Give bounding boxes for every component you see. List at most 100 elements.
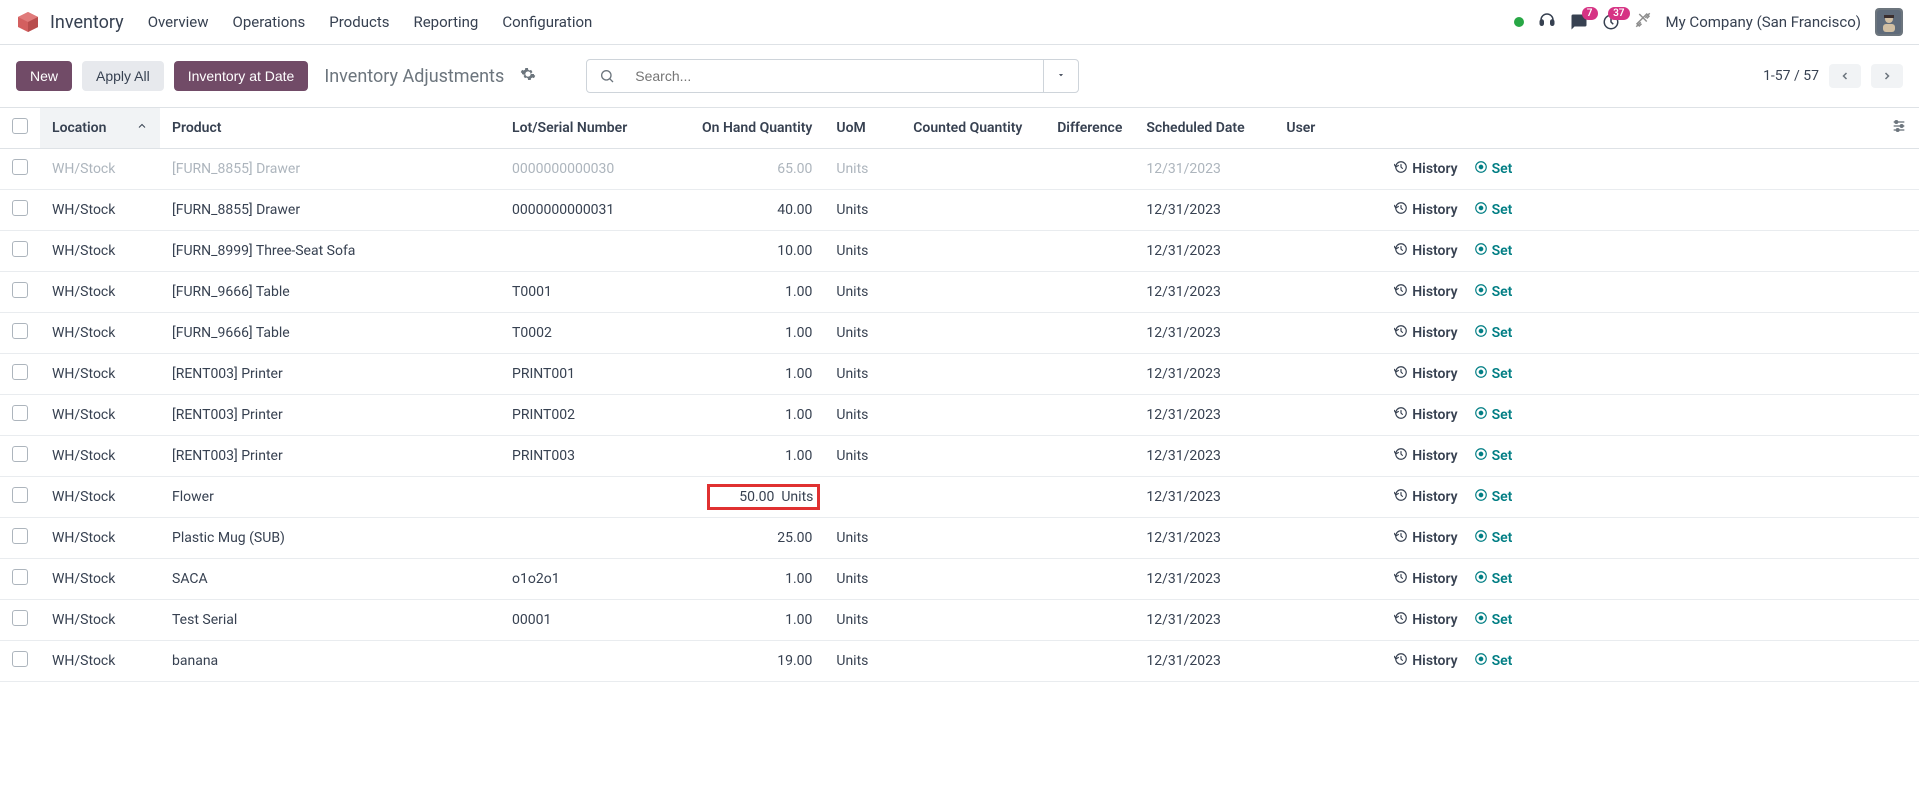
messages-icon[interactable]: 7 [1570, 13, 1588, 31]
gear-icon[interactable] [520, 66, 536, 86]
pager-prev-button[interactable] [1829, 64, 1861, 88]
cell-location[interactable]: WH/Stock [40, 313, 160, 354]
apply-all-button[interactable]: Apply All [82, 61, 164, 91]
cell-lot[interactable]: T0002 [500, 313, 690, 354]
cell-onhand[interactable]: 50.00 Units [690, 477, 824, 518]
cell-counted[interactable] [884, 354, 1034, 395]
cell-location[interactable]: WH/Stock [40, 559, 160, 600]
history-link[interactable]: History [1394, 652, 1457, 670]
cell-location[interactable]: WH/Stock [40, 518, 160, 559]
cell-location[interactable]: WH/Stock [40, 477, 160, 518]
table-row[interactable]: WH/Stock Flower 50.00 Units 12/31/2023 H… [0, 477, 1919, 518]
history-link[interactable]: History [1394, 324, 1457, 342]
cell-user[interactable] [1274, 641, 1344, 682]
history-link[interactable]: History [1394, 488, 1457, 506]
cell-location[interactable]: WH/Stock [40, 395, 160, 436]
col-header-product[interactable]: Product [160, 108, 500, 149]
set-link[interactable]: Set [1474, 201, 1513, 219]
cell-date[interactable]: 12/31/2023 [1134, 559, 1274, 600]
col-header-onhand[interactable]: On Hand Quantity [690, 108, 824, 149]
activities-icon[interactable]: 37 [1602, 13, 1620, 31]
history-link[interactable]: History [1394, 406, 1457, 424]
history-link[interactable]: History [1394, 570, 1457, 588]
table-row[interactable]: WH/Stock Plastic Mug (SUB) 25.00Units 12… [0, 518, 1919, 559]
cell-date[interactable]: 12/31/2023 [1134, 272, 1274, 313]
cell-counted[interactable] [884, 313, 1034, 354]
col-header-uom[interactable]: UoM [824, 108, 884, 149]
cell-counted[interactable] [884, 600, 1034, 641]
set-link[interactable]: Set [1474, 324, 1513, 342]
cell-counted[interactable] [884, 272, 1034, 313]
row-checkbox[interactable] [12, 282, 28, 298]
select-all-checkbox[interactable] [12, 118, 28, 134]
col-header-counted[interactable]: Counted Quantity [884, 108, 1034, 149]
cell-onhand[interactable]: 1.00 [690, 600, 824, 641]
cell-date[interactable]: 12/31/2023 [1134, 190, 1274, 231]
table-row[interactable]: WH/Stock [RENT003] Printer PRINT002 1.00… [0, 395, 1919, 436]
cell-product[interactable]: [FURN_8999] Three-Seat Sofa [160, 231, 500, 272]
table-row[interactable]: WH/Stock Test Serial 00001 1.00Units 12/… [0, 600, 1919, 641]
cell-product[interactable]: [FURN_9666] Table [160, 272, 500, 313]
cell-product[interactable]: [RENT003] Printer [160, 436, 500, 477]
cell-product[interactable]: SACA [160, 559, 500, 600]
set-link[interactable]: Set [1474, 242, 1513, 260]
cell-counted[interactable] [884, 190, 1034, 231]
row-checkbox[interactable] [12, 323, 28, 339]
cell-user[interactable] [1274, 436, 1344, 477]
cell-date[interactable]: 12/31/2023 [1134, 641, 1274, 682]
cell-user[interactable] [1274, 354, 1344, 395]
table-row[interactable]: WH/Stock [FURN_9666] Table T0002 1.00Uni… [0, 313, 1919, 354]
avatar[interactable] [1875, 8, 1903, 36]
pager-next-button[interactable] [1871, 64, 1903, 88]
nav-operations[interactable]: Operations [233, 13, 306, 31]
col-header-date[interactable]: Scheduled Date [1134, 108, 1274, 149]
cell-lot[interactable] [500, 641, 690, 682]
col-header-user[interactable]: User [1274, 108, 1344, 149]
cell-onhand[interactable]: 25.00 [690, 518, 824, 559]
nav-overview[interactable]: Overview [148, 13, 209, 31]
cell-product[interactable]: [RENT003] Printer [160, 354, 500, 395]
table-row[interactable]: WH/Stock [RENT003] Printer PRINT003 1.00… [0, 436, 1919, 477]
cell-lot[interactable] [500, 231, 690, 272]
cell-lot[interactable]: 00001 [500, 600, 690, 641]
nav-products[interactable]: Products [329, 13, 389, 31]
table-row[interactable]: WH/Stock [FURN_8999] Three-Seat Sofa 10.… [0, 231, 1919, 272]
history-link[interactable]: History [1394, 611, 1457, 629]
cell-product[interactable]: [FURN_9666] Table [160, 313, 500, 354]
cell-location[interactable]: WH/Stock [40, 149, 160, 190]
table-row[interactable]: WH/Stock [FURN_8855] Drawer 000000000003… [0, 190, 1919, 231]
cell-date[interactable]: 12/31/2023 [1134, 518, 1274, 559]
cell-date[interactable]: 12/31/2023 [1134, 231, 1274, 272]
app-name[interactable]: Inventory [50, 12, 124, 33]
history-link[interactable]: History [1394, 201, 1457, 219]
cell-user[interactable] [1274, 272, 1344, 313]
row-checkbox[interactable] [12, 569, 28, 585]
support-icon[interactable] [1538, 11, 1556, 33]
cell-product[interactable]: banana [160, 641, 500, 682]
search-dropdown-toggle[interactable] [1043, 60, 1078, 92]
history-link[interactable]: History [1394, 242, 1457, 260]
col-header-lot[interactable]: Lot/Serial Number [500, 108, 690, 149]
col-header-location[interactable]: Location [40, 108, 160, 149]
history-link[interactable]: History [1394, 447, 1457, 465]
col-header-diff[interactable]: Difference [1034, 108, 1134, 149]
cell-counted[interactable] [884, 436, 1034, 477]
company-select[interactable]: My Company (San Francisco) [1666, 13, 1861, 31]
cell-product[interactable]: Flower [160, 477, 500, 518]
cell-onhand[interactable]: 1.00 [690, 313, 824, 354]
history-link[interactable]: History [1394, 365, 1457, 383]
row-checkbox[interactable] [12, 159, 28, 175]
cell-date[interactable]: 12/31/2023 [1134, 477, 1274, 518]
cell-onhand[interactable]: 40.00 [690, 190, 824, 231]
set-link[interactable]: Set [1474, 529, 1513, 547]
app-icon[interactable] [16, 10, 40, 34]
cell-counted[interactable] [884, 477, 1034, 518]
cell-counted[interactable] [884, 149, 1034, 190]
cell-onhand[interactable]: 1.00 [690, 436, 824, 477]
cell-onhand[interactable]: 1.00 [690, 559, 824, 600]
cell-user[interactable] [1274, 600, 1344, 641]
set-link[interactable]: Set [1474, 365, 1513, 383]
table-row[interactable]: WH/Stock [FURN_8855] Drawer 000000000003… [0, 149, 1919, 190]
set-link[interactable]: Set [1474, 406, 1513, 424]
tools-icon[interactable] [1634, 11, 1652, 33]
